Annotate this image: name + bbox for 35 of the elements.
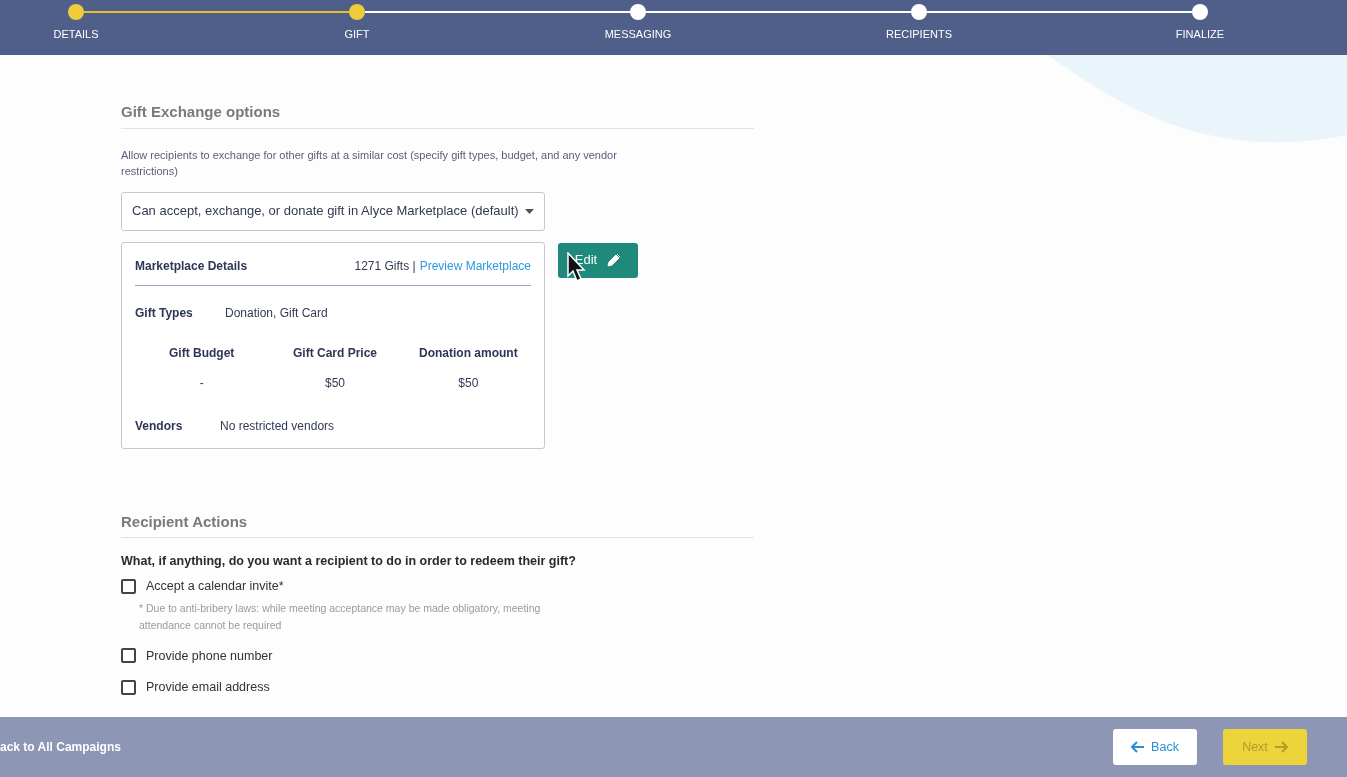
field-value: No restricted vendors	[220, 417, 335, 435]
pencil-icon	[607, 253, 622, 267]
description: Allow recipients to exchange for other gifts at a similar cost (specify gift types, budget, and any vendor restrictions)	[121, 147, 618, 179]
back-button[interactable]: Back	[1113, 729, 1197, 765]
checkbox[interactable]	[121, 680, 136, 696]
preview-marketplace-link[interactable]: Preview Marketplace	[419, 256, 531, 275]
step-label[interactable]: GIFT	[344, 26, 370, 43]
step-label[interactable]: MESSAGING	[604, 26, 672, 43]
arrow-left-icon	[1131, 741, 1146, 753]
price-label: Donation amount	[419, 344, 518, 362]
checkbox[interactable]	[121, 578, 136, 594]
step-label[interactable]: DETAILS	[53, 26, 99, 43]
option-label[interactable]: Accept a calendar invite*	[146, 576, 284, 596]
caret-icon	[525, 208, 534, 214]
option-label[interactable]: Provide email address	[146, 678, 270, 697]
option-label[interactable]: Provide phone number	[146, 646, 273, 666]
price-label: Gift Budget	[169, 344, 235, 362]
price-value: $50	[458, 374, 479, 392]
arrow-right-icon	[1273, 741, 1288, 753]
gift-count: 1271 Gifts |	[354, 257, 416, 275]
section-title: Gift Exchange options	[121, 101, 754, 129]
step-label[interactable]: RECIPIENTS	[886, 26, 952, 43]
field-value: Donation, Gift Card	[225, 304, 328, 322]
checkbox[interactable]	[121, 648, 136, 664]
footnote: * Due to anti-bribery laws: while meeting acceptance may be made obligatory, meeting attendance cannot be required	[139, 600, 542, 633]
field-label: Vendors	[135, 417, 184, 435]
card-title: Marketplace Details	[135, 257, 248, 275]
field-label: Gift Types	[135, 304, 194, 322]
exchange-select[interactable]: Can accept, exchange, or donate gift in Alyce Marketplace (default)	[121, 191, 545, 231]
price-label: Gift Card Price	[292, 344, 377, 362]
step-label[interactable]: FINALIZE	[1175, 26, 1225, 43]
question: What, if anything, do you want a recipient to do in order to redeem their gift?	[121, 553, 577, 570]
section-title: Recipient Actions	[121, 510, 754, 538]
price-value: $50	[324, 374, 345, 392]
price-value: -	[199, 374, 204, 392]
